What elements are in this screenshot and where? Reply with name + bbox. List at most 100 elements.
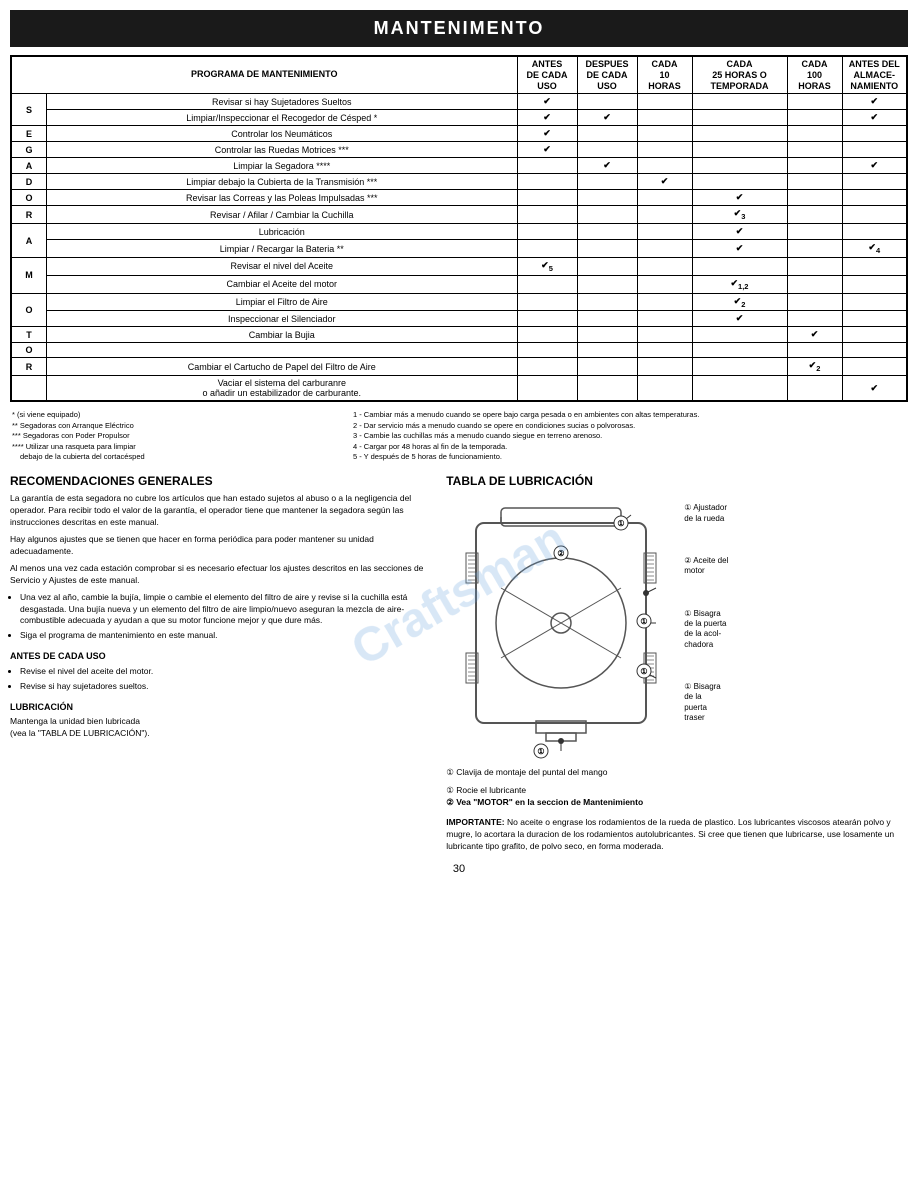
recomendaciones-para3: Al menos una vez cada estación comprobar… (10, 563, 436, 587)
section-letter-o1: O (11, 190, 47, 206)
lube-label-2: ② Aceite delmotor (684, 556, 728, 577)
table-row: O Revisar las Correas y las Poleas Impul… (11, 190, 907, 206)
header-title: MANTENIMENTO (374, 18, 545, 38)
check-cell: ✔5 (517, 257, 577, 275)
program-title: PROGRAMA DE MANTENIMIENTO (11, 56, 517, 94)
lube-notes: ① Rocie el lubricante ② Vea "MOTOR" en l… (446, 785, 908, 809)
check-cell (692, 343, 787, 358)
footnote-right-4: 4 - Cargar por 48 horas al fin de la tem… (353, 442, 906, 453)
check-cell (577, 358, 637, 376)
check-cell (637, 142, 692, 158)
check-cell (842, 174, 907, 190)
task-cell: Controlar las Ruedas Motrices *** (47, 142, 517, 158)
section-letter-r1: R (11, 206, 47, 224)
check-cell (637, 358, 692, 376)
check-cell (842, 343, 907, 358)
check-cell (787, 293, 842, 311)
check-cell (842, 206, 907, 224)
table-row: Limpiar / Recargar la Bateria ** ✔ ✔4 (11, 240, 907, 258)
check-cell (577, 190, 637, 206)
check-cell (842, 257, 907, 275)
section-letter-r2: R (11, 358, 47, 376)
footnote-left-1: * (si viene equipado) (12, 410, 351, 421)
svg-text:②: ② (558, 549, 565, 558)
lubricacion-text: Mantenga la unidad bien lubricada(vea la… (10, 716, 436, 740)
check-cell (692, 327, 787, 343)
check-cell (577, 327, 637, 343)
table-row: T Cambiar la Bujia ✔ (11, 327, 907, 343)
check-cell: ✔4 (842, 240, 907, 258)
check-cell: ✔ (842, 110, 907, 126)
check-cell (517, 327, 577, 343)
check-cell (787, 158, 842, 174)
check-cell: ✔3 (692, 206, 787, 224)
check-cell (787, 343, 842, 358)
check-cell (637, 257, 692, 275)
check-cell (637, 275, 692, 293)
check-cell: ✔ (692, 190, 787, 206)
recomendaciones-para2: Hay algunos ajustes que se tienen que ha… (10, 534, 436, 558)
check-cell (517, 358, 577, 376)
footnote-left-4: **** Utilizar una rasqueta para limpiar (12, 442, 351, 453)
table-row: Vaciar el sistema del carburanreo añadir… (11, 376, 907, 402)
recomendaciones-bullets: Una vez al año, cambie la bujía, limpie … (20, 592, 436, 643)
recomendaciones-title: RECOMENDACIONES GENERALES (10, 473, 436, 490)
check-cell (692, 126, 787, 142)
table-row: A Limpiar la Segadora **** ✔ ✔ (11, 158, 907, 174)
check-cell: ✔ (692, 240, 787, 258)
footnote-left-5: debajo de la cubierta del cortacésped (20, 452, 351, 463)
check-cell (842, 311, 907, 327)
check-cell (787, 206, 842, 224)
footnote-right-3: 3 - Cambie las cuchillas más a menudo cu… (353, 431, 906, 442)
check-cell (637, 327, 692, 343)
check-cell (637, 206, 692, 224)
footnote-left-3: *** Segadoras con Poder Propulsor (12, 431, 351, 442)
lube-diagram-svg: ① ② ① ① ① (446, 493, 676, 763)
check-cell: ✔ (577, 110, 637, 126)
svg-text:①: ① (641, 667, 648, 676)
check-cell (577, 206, 637, 224)
task-cell: Controlar los Neumáticos (47, 126, 517, 142)
antes-bullet-2: Revise si hay sujetadores sueltos. (20, 681, 436, 693)
check-cell (577, 224, 637, 240)
lube-bottom-label: ① Clavija de montaje del puntal del mang… (446, 767, 908, 779)
check-cell (692, 257, 787, 275)
svg-text:①: ① (641, 617, 648, 626)
check-cell (517, 311, 577, 327)
bottom-section: RECOMENDACIONES GENERALES La garantía de… (10, 473, 908, 853)
check-cell (577, 311, 637, 327)
check-cell (517, 206, 577, 224)
footnote-right-5: 5 - Y después de 5 horas de funcionamien… (353, 452, 906, 463)
check-cell (692, 174, 787, 190)
task-cell: Cambiar el Cartucho de Papel del Filtro … (47, 358, 517, 376)
check-cell (842, 358, 907, 376)
table-row: D Limpiar debajo la Cubierta de la Trans… (11, 174, 907, 190)
check-cell (842, 142, 907, 158)
lube-label-1: ① Ajustadorde la rueda (684, 503, 728, 524)
check-cell (637, 224, 692, 240)
check-cell (787, 376, 842, 402)
lubricacion-section: TABLA DE LUBRICACIÓN (446, 473, 908, 853)
check-cell: ✔ (692, 311, 787, 327)
check-cell (517, 293, 577, 311)
check-cell (787, 94, 842, 110)
bullet-2: Siga el programa de mantenimiento en est… (20, 630, 436, 642)
table-row: E Controlar los Neumáticos ✔ (11, 126, 907, 142)
check-cell (842, 224, 907, 240)
check-cell (517, 240, 577, 258)
section-letter-empty (11, 376, 47, 402)
check-cell (787, 240, 842, 258)
check-cell: ✔1,2 (692, 275, 787, 293)
col-despues: DESPUESDE CADAUSO (577, 56, 637, 94)
col-cada10: CADA10HORAS (637, 56, 692, 94)
table-row: Cambiar el Aceite del motor ✔1,2 (11, 275, 907, 293)
lube-label-3: ① Bisagrade la puertade la acol-chadora (684, 609, 728, 651)
check-cell (577, 174, 637, 190)
task-cell: Revisar las Correas y las Poleas Impulsa… (47, 190, 517, 206)
check-cell (692, 110, 787, 126)
col-cada25: CADA25 HORAS OTEMPORADA (692, 56, 787, 94)
section-letter-d: D (11, 174, 47, 190)
table-row: R Cambiar el Cartucho de Papel del Filtr… (11, 358, 907, 376)
check-cell: ✔ (517, 142, 577, 158)
check-cell (842, 190, 907, 206)
